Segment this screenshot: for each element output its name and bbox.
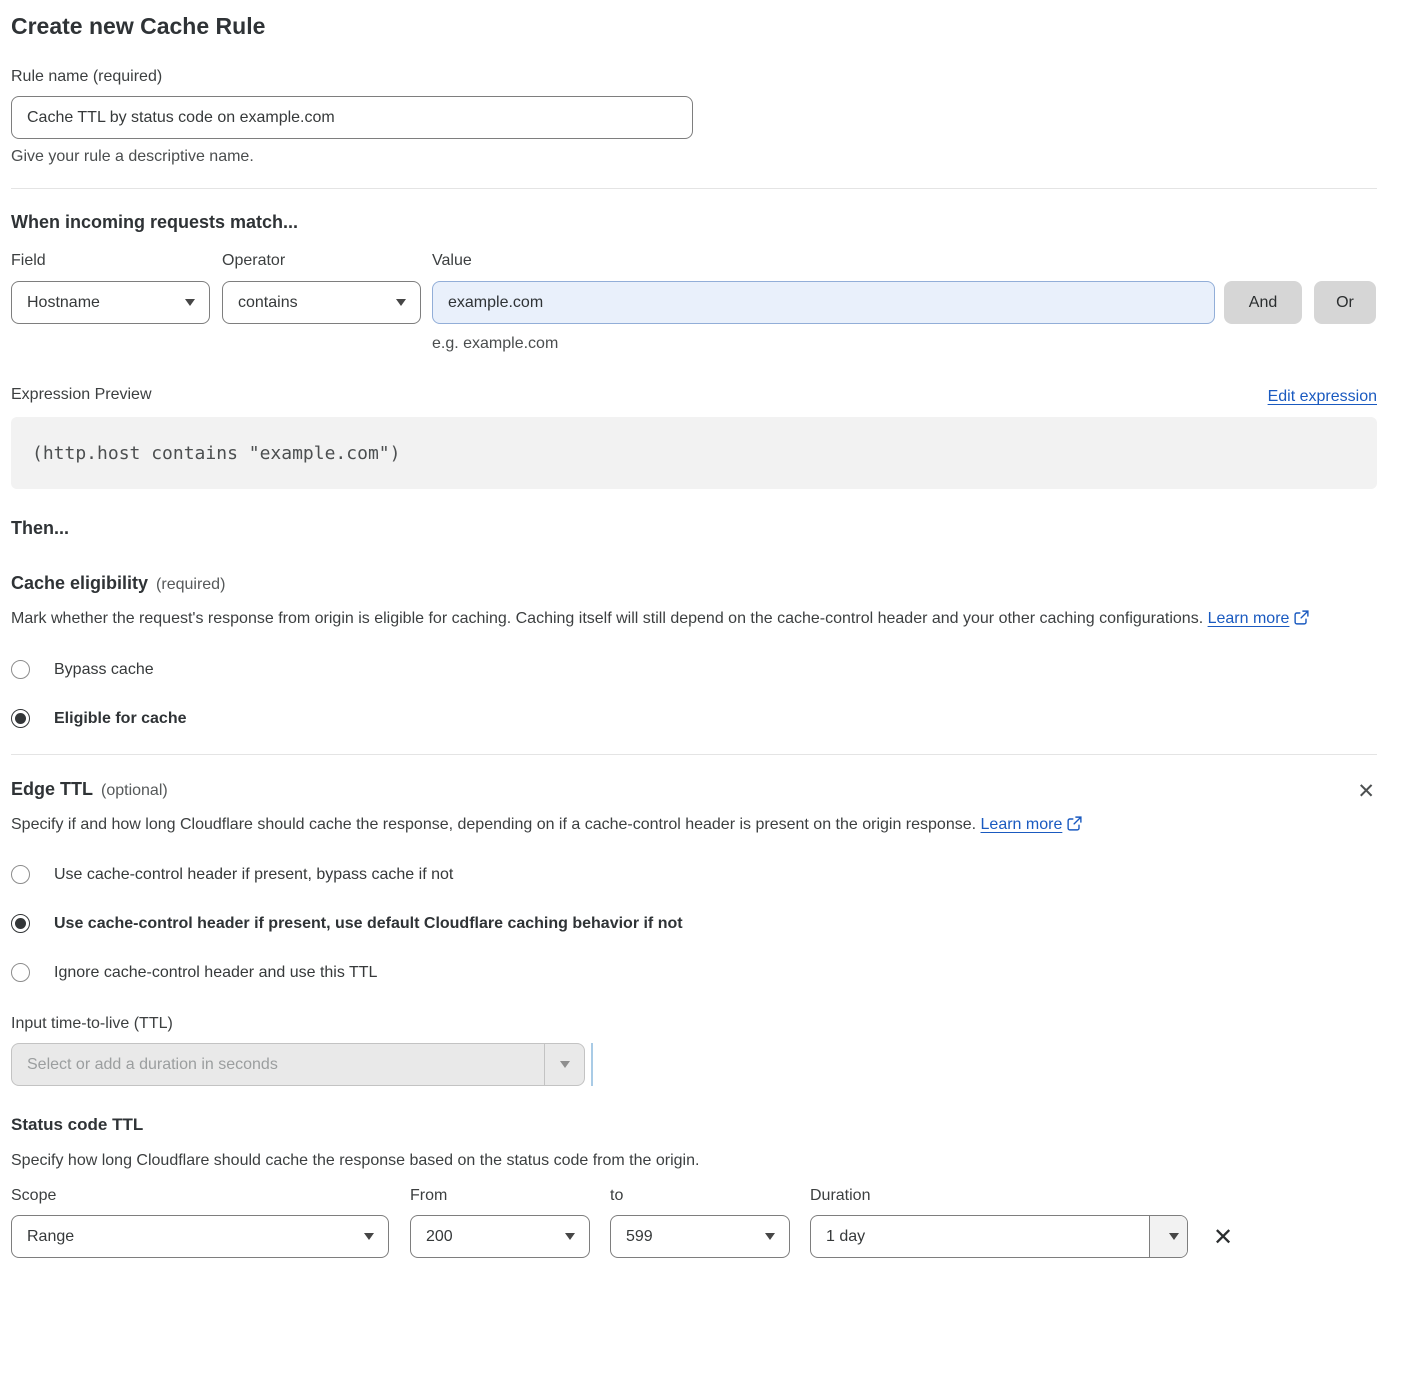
external-link-icon: [1067, 813, 1082, 828]
scope-label: Scope: [11, 1185, 389, 1207]
radio-icon[interactable]: [11, 660, 30, 679]
close-icon[interactable]: ✕: [1355, 779, 1377, 804]
duration-select-arrow-button[interactable]: [1149, 1216, 1187, 1257]
chevron-down-icon: [560, 1061, 570, 1068]
cache-eligibility-required-badge: (required): [156, 576, 225, 594]
edge-ttl-heading-row: Edge TTL (optional): [11, 779, 168, 800]
scope-column: Scope Range: [11, 1185, 389, 1258]
cache-eligibility-learn-more-link[interactable]: Learn more: [1208, 610, 1290, 627]
radio-checked-icon[interactable]: [11, 709, 30, 728]
radio-use-header-bypass[interactable]: Use cache-control header if present, byp…: [11, 865, 1377, 884]
field-select-value: Hostname: [27, 294, 100, 312]
status-code-ttl-row: Scope Range From 200 to 599 Duration 1 d…: [11, 1185, 1377, 1258]
value-column: Value e.g. example.com: [432, 250, 1215, 355]
operator-label: Operator: [222, 250, 421, 272]
radio-label: Ignore cache-control header and use this…: [54, 964, 377, 982]
status-code-ttl-heading: Status code TTL: [11, 1115, 1377, 1135]
ttl-duration-select[interactable]: Select or add a duration in seconds: [11, 1043, 585, 1086]
from-select[interactable]: 200: [410, 1215, 590, 1258]
expression-header: Expression Preview Edit expression: [11, 384, 1377, 406]
duration-select[interactable]: 1 day: [810, 1215, 1188, 1258]
radio-label: Use cache-control header if present, byp…: [54, 866, 453, 884]
radio-bypass-cache[interactable]: Bypass cache: [11, 660, 1377, 679]
radio-icon[interactable]: [11, 865, 30, 884]
operator-select[interactable]: contains: [222, 281, 421, 324]
value-helper: e.g. example.com: [432, 333, 1215, 355]
chevron-down-icon: [396, 299, 406, 306]
rule-name-label: Rule name (required): [11, 66, 1377, 88]
chevron-down-icon: [1169, 1233, 1179, 1240]
then-heading: Then...: [11, 518, 1377, 539]
radio-icon[interactable]: [11, 963, 30, 982]
text-cursor: [591, 1043, 593, 1086]
edge-ttl-learn-more-link[interactable]: Learn more: [981, 816, 1063, 833]
edge-ttl-header-row: Edge TTL (optional) ✕: [11, 779, 1377, 804]
from-select-value: 200: [411, 1216, 555, 1257]
chevron-down-icon: [555, 1216, 589, 1257]
to-column: to 599: [610, 1185, 790, 1258]
match-heading: When incoming requests match...: [11, 212, 1377, 233]
edge-ttl-heading: Edge TTL: [11, 779, 93, 800]
from-label: From: [410, 1185, 590, 1207]
expression-code-block: (http.host contains "example.com"): [11, 417, 1377, 489]
ttl-select-arrow-button[interactable]: [544, 1044, 584, 1085]
or-button[interactable]: Or: [1314, 281, 1376, 324]
status-code-ttl-description: Specify how long Cloudflare should cache…: [11, 1147, 1377, 1175]
to-label: to: [610, 1185, 790, 1207]
duration-column: Duration 1 day: [810, 1185, 1188, 1258]
to-select-value: 599: [611, 1216, 755, 1257]
cache-eligibility-heading: Cache eligibility: [11, 573, 148, 594]
create-cache-rule-form: Create new Cache Rule Rule name (require…: [11, 0, 1377, 1258]
section-divider: [11, 754, 1377, 755]
ttl-input-label: Input time-to-live (TTL): [11, 1013, 1377, 1035]
from-column: From 200: [410, 1185, 590, 1258]
external-link-icon: [1294, 607, 1309, 622]
operator-column: Operator contains: [222, 250, 421, 324]
rule-name-input[interactable]: [11, 96, 693, 139]
value-input[interactable]: [432, 281, 1215, 324]
chevron-down-icon: [755, 1216, 789, 1257]
chevron-down-icon: [354, 1216, 388, 1257]
chevron-down-icon: [185, 299, 195, 306]
value-label: Value: [432, 250, 1215, 272]
ttl-select-placeholder: Select or add a duration in seconds: [12, 1044, 544, 1085]
radio-label: Use cache-control header if present, use…: [54, 915, 683, 933]
field-label: Field: [11, 250, 210, 272]
edit-expression-link[interactable]: Edit expression: [1268, 388, 1377, 406]
scope-select-value: Range: [12, 1216, 354, 1257]
radio-label: Eligible for cache: [54, 710, 186, 728]
duration-label: Duration: [810, 1185, 1188, 1207]
edge-ttl-optional-badge: (optional): [101, 782, 168, 800]
match-condition-row: Field Hostname Operator contains Value e…: [11, 250, 1377, 355]
radio-use-header-default[interactable]: Use cache-control header if present, use…: [11, 914, 1377, 933]
field-column: Field Hostname: [11, 250, 210, 324]
to-select[interactable]: 599: [610, 1215, 790, 1258]
cache-eligibility-heading-row: Cache eligibility (required): [11, 573, 1377, 594]
rule-name-helper: Give your rule a descriptive name.: [11, 146, 1377, 168]
cache-eligibility-description: Mark whether the request's response from…: [11, 605, 1351, 633]
scope-select[interactable]: Range: [11, 1215, 389, 1258]
edge-ttl-description: Specify if and how long Cloudflare shoul…: [11, 811, 1121, 839]
ttl-select-wrap: Select or add a duration in seconds: [11, 1043, 1377, 1086]
radio-label: Bypass cache: [54, 661, 154, 679]
operator-select-value: contains: [238, 294, 298, 312]
duration-select-value: 1 day: [811, 1216, 1149, 1257]
expression-code: (http.host contains "example.com"): [32, 443, 400, 464]
page-title: Create new Cache Rule: [11, 0, 1377, 40]
field-select[interactable]: Hostname: [11, 281, 210, 324]
radio-checked-icon[interactable]: [11, 914, 30, 933]
delete-row-icon[interactable]: ✕: [1213, 1226, 1233, 1250]
radio-eligible-for-cache[interactable]: Eligible for cache: [11, 709, 1377, 728]
and-button[interactable]: And: [1224, 281, 1302, 324]
radio-ignore-header[interactable]: Ignore cache-control header and use this…: [11, 963, 1377, 982]
section-divider: [11, 188, 1377, 189]
expression-preview-label: Expression Preview: [11, 384, 152, 406]
